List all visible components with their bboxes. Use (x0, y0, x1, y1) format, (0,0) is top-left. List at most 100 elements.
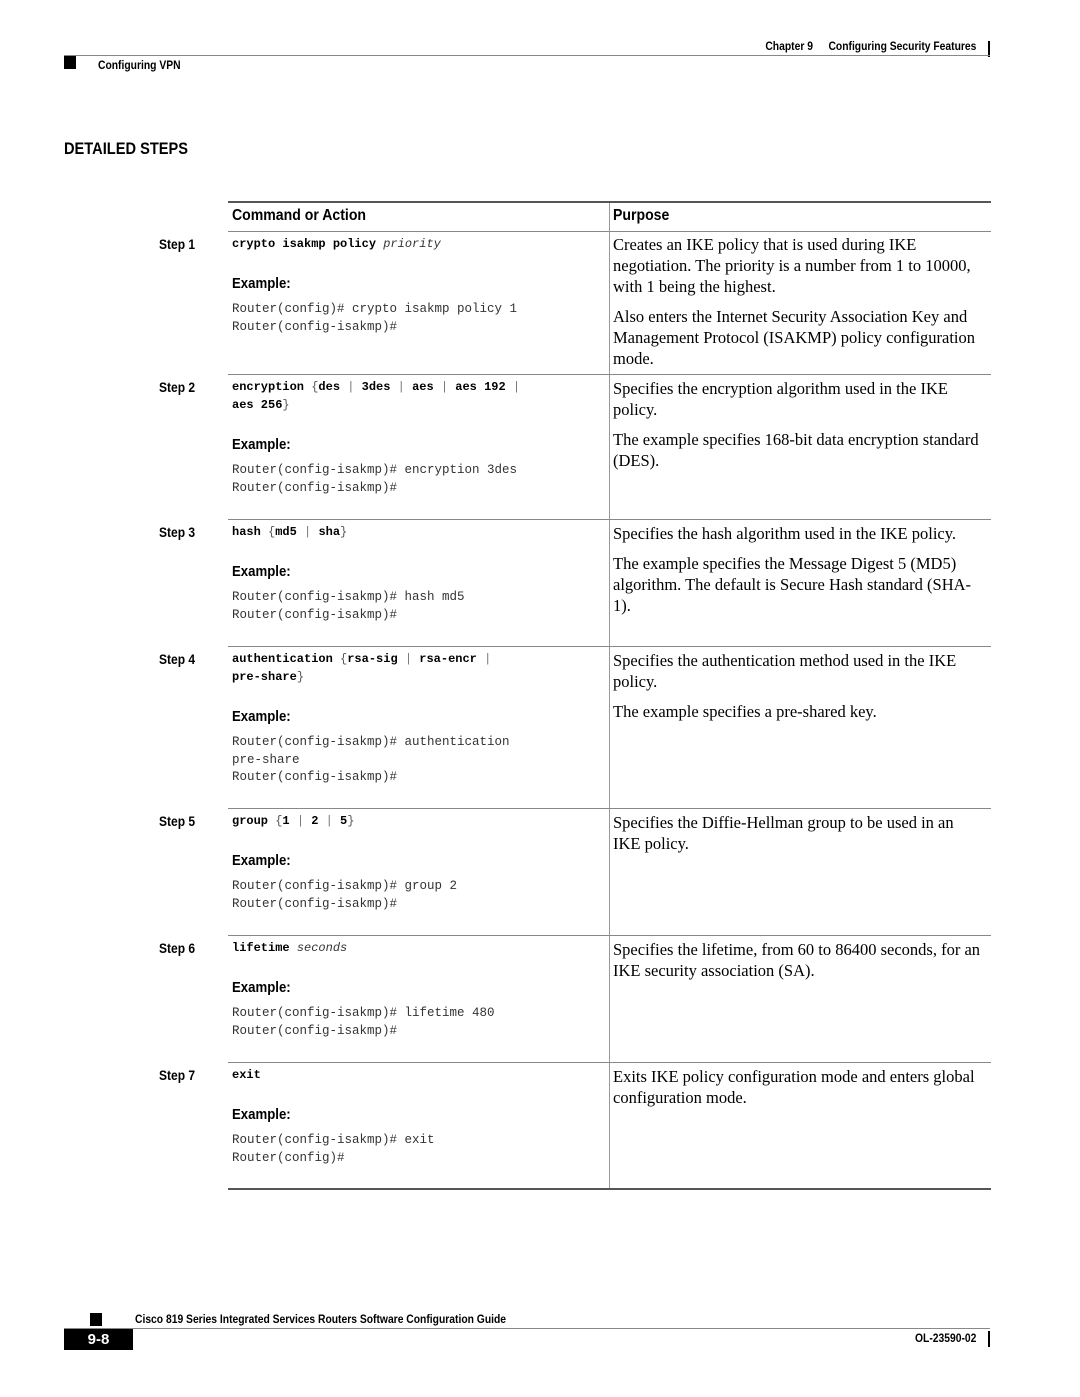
command-keyword: authentication (232, 652, 333, 666)
column-divider (609, 203, 610, 1190)
command-option: des (318, 380, 341, 394)
document-id: OL-23590-02 (914, 1331, 976, 1345)
command-syntax: group {1 | 2 | 5} (232, 814, 355, 828)
footer-rule (64, 1328, 990, 1329)
command-syntax: exit (232, 1066, 602, 1084)
code-line: Router(config-isakmp)# lifetime 480 (232, 1006, 495, 1020)
code-line: Router(config-isakmp)# (232, 896, 398, 911)
step-label: Step 5 (159, 813, 196, 829)
code-line: Router(config-isakmp)# (232, 319, 398, 334)
command-option: aes 192 (455, 380, 506, 394)
chapter-label: Chapter 9 (764, 39, 813, 53)
example-code: Router(config)# crypto isakmp policy 1 Ro… (232, 301, 602, 336)
running-header-section: Configuring VPN (98, 58, 181, 72)
example-code: Router(config-isakmp)# group 2 Router(con… (232, 878, 602, 913)
purpose-text: Exits IKE policy configuration mode and … (613, 1067, 975, 1107)
command-keyword: group (232, 814, 269, 828)
command-syntax: crypto isakmp policy priority (232, 235, 602, 253)
command-option: pre-share (232, 670, 297, 684)
command-keyword: hash (232, 525, 261, 539)
command-option: aes 256 (232, 398, 283, 412)
header-rule (64, 55, 990, 56)
example-code: Router(config-isakmp)# lifetime 480 Route… (232, 1005, 602, 1040)
row-divider (228, 519, 991, 520)
command-option: md5 (275, 525, 297, 539)
purpose-text: The example specifies 168-bit data encry… (613, 430, 979, 470)
example-label: Example: (232, 275, 291, 292)
running-header-chapter: Chapter 9 Configuring Security Features (765, 39, 976, 53)
purpose-cell: Creates an IKE policy that is used durin… (613, 234, 985, 378)
purpose-cell: Specifies the authentication method used… (613, 650, 985, 731)
step-label: Step 2 (159, 379, 196, 395)
code-line: Router(config)# (232, 1150, 345, 1165)
column-header-purpose: Purpose (613, 207, 670, 224)
command-option: rsa-encr (419, 652, 477, 666)
row-divider (228, 1062, 991, 1063)
example-label: Example: (232, 436, 291, 453)
code-line: Router(config)# crypto isakmp policy 1 (232, 302, 518, 316)
purpose-cell: Specifies the Diffie-Hellman group to be… (613, 812, 985, 863)
purpose-text: Specifies the hash algorithm used in the… (613, 524, 957, 543)
row-divider (228, 374, 991, 375)
command-syntax: lifetime seconds (232, 939, 602, 957)
code-line: Router(config-isakmp)# (232, 607, 398, 622)
step-label: Step 3 (159, 524, 196, 540)
code-line: Router(config-isakmp)# (232, 1023, 398, 1038)
example-code: Router(config-isakmp)# authentication pre… (232, 734, 602, 787)
purpose-cell: Specifies the encryption algorithm used … (613, 378, 985, 480)
purpose-text: Specifies the encryption algorithm used … (613, 379, 948, 419)
command-option: 2 (311, 814, 319, 828)
row-divider (228, 646, 991, 647)
example-code: Router(config-isakmp)# hash md5 Router(co… (232, 589, 602, 624)
command-keyword: crypto isakmp policy (232, 237, 377, 251)
example-label: Example: (232, 979, 291, 996)
purpose-text: Specifies the lifetime, from 60 to 86400… (613, 940, 981, 980)
command-syntax: authentication {rsa-sig | rsa-encr | pre… (232, 652, 492, 684)
purpose-text: Also enters the Internet Security Associ… (613, 307, 976, 368)
footer-guide-title: Cisco 819 Series Integrated Services Rou… (135, 1312, 507, 1326)
code-line: Router(config-isakmp)# encryption 3des (232, 463, 518, 477)
command-argument: seconds (296, 941, 348, 955)
example-label: Example: (232, 708, 291, 725)
command-keyword: encryption (232, 380, 305, 394)
command-argument: priority (383, 237, 441, 251)
step-label: Step 4 (159, 651, 196, 667)
command-option: 1 (282, 814, 290, 828)
row-divider (228, 808, 991, 809)
command-keyword: lifetime (232, 941, 290, 955)
row-divider (228, 935, 991, 936)
code-line: Router(config-isakmp)# (232, 480, 398, 495)
page-number: 9-8 (64, 1329, 133, 1350)
footer-margin-bar (988, 1331, 990, 1347)
command-option: rsa-sig (347, 652, 398, 666)
step-label: Step 1 (159, 236, 196, 252)
section-title: DETAILED STEPS (64, 139, 189, 158)
purpose-text: The example specifies a pre-shared key. (613, 702, 877, 721)
command-option: 3des (361, 380, 391, 394)
command-option: sha (318, 525, 341, 539)
command-syntax: hash {md5 | sha} (232, 525, 348, 539)
example-code: Router(config-isakmp)# encryption 3des Ro… (232, 462, 602, 497)
command-syntax: encryption {des | 3des | aes | aes 192 |… (232, 380, 521, 412)
purpose-cell: Exits IKE policy configuration mode and … (613, 1066, 985, 1117)
chapter-title: Configuring Security Features (828, 39, 976, 53)
command-option: aes (412, 380, 434, 394)
example-label: Example: (232, 1106, 291, 1123)
code-line: Router(config-isakmp)# hash md5 (232, 590, 465, 604)
header-square-marker (64, 56, 76, 69)
step-label: Step 7 (159, 1067, 196, 1083)
example-label: Example: (232, 852, 291, 869)
code-line: Router(config-isakmp)# exit (232, 1133, 435, 1147)
step-label: Step 6 (159, 940, 196, 956)
footer-square-marker (90, 1313, 102, 1326)
example-code: Router(config-isakmp)# exit Router(config… (232, 1132, 602, 1167)
table-bottom-rule (228, 1188, 991, 1190)
column-header-command: Command or Action (232, 207, 367, 224)
example-label: Example: (232, 563, 291, 580)
code-line: Router(config-isakmp)# group 2 (232, 879, 458, 893)
purpose-cell: Specifies the lifetime, from 60 to 86400… (613, 939, 985, 990)
code-line: Router(config-isakmp)# authentication (232, 735, 510, 749)
purpose-text: The example specifies the Message Digest… (613, 554, 972, 615)
code-line: pre-share (232, 752, 300, 767)
purpose-text: Specifies the authentication method used… (613, 651, 957, 691)
